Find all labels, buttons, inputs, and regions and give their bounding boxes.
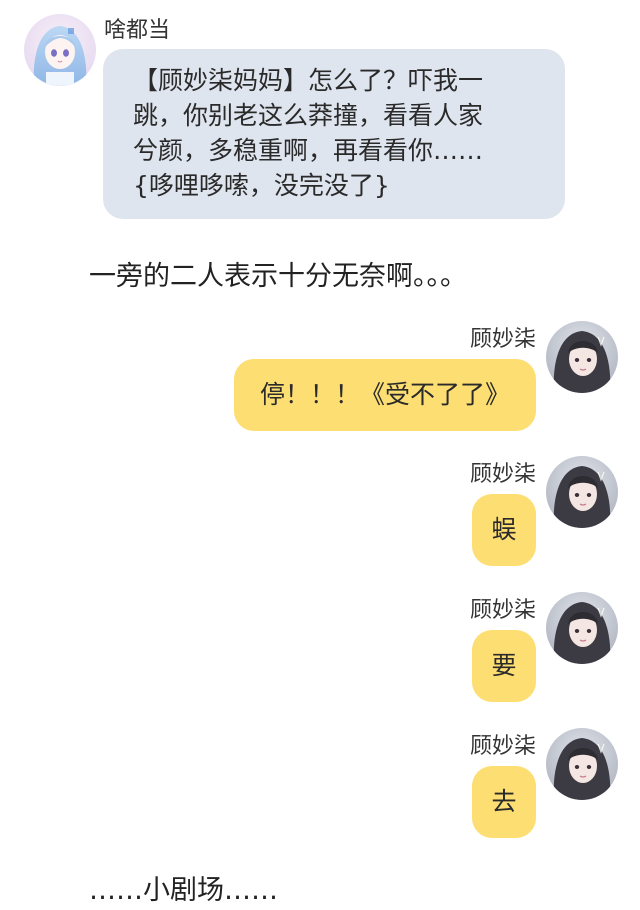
sender-name: 顾妙柒: [469, 598, 536, 623]
girl-portrait-icon: [546, 728, 618, 800]
girl-portrait-icon: [546, 592, 618, 664]
message-bubble-right[interactable]: 停！！！《受不了了》: [233, 359, 536, 431]
message-line: {哆哩哆嗦，没完没了}: [133, 171, 390, 200]
sender-name: 啥都当: [104, 18, 171, 43]
avatar-girl[interactable]: [546, 456, 618, 528]
anime-girl-blue-hair-icon: [24, 14, 96, 86]
message-bubble-right[interactable]: 蜈: [472, 494, 536, 566]
sender-name: 顾妙柒: [469, 734, 536, 759]
message-bubble-right[interactable]: 去: [472, 766, 536, 838]
avatar-girl[interactable]: [546, 321, 618, 393]
avatar-girl[interactable]: [546, 728, 618, 800]
girl-portrait-icon: [546, 456, 618, 528]
avatar-girl[interactable]: [546, 592, 618, 664]
avatar-anime-girl[interactable]: [24, 14, 96, 86]
sender-name: 顾妙柒: [469, 462, 536, 487]
message-line: 【顾妙柒妈妈】怎么了？吓我一: [133, 66, 484, 95]
message-line: 跳，你别老这么莽撞，看看人家: [133, 101, 484, 130]
message-line: 兮颜，多稳重啊，再看看你……: [133, 136, 484, 165]
message-bubble-right[interactable]: 要: [472, 630, 536, 702]
message-bubble-left[interactable]: 【顾妙柒妈妈】怎么了？吓我一 跳，你别老这么莽撞，看看人家 兮颜，多稳重啊，再看…: [103, 49, 565, 219]
narration-text: 一旁的二人表示十分无奈啊。。。: [89, 261, 467, 292]
girl-portrait-icon: [546, 321, 618, 393]
narration-text: ……小剧场……: [89, 875, 278, 906]
sender-name: 顾妙柒: [469, 327, 536, 352]
